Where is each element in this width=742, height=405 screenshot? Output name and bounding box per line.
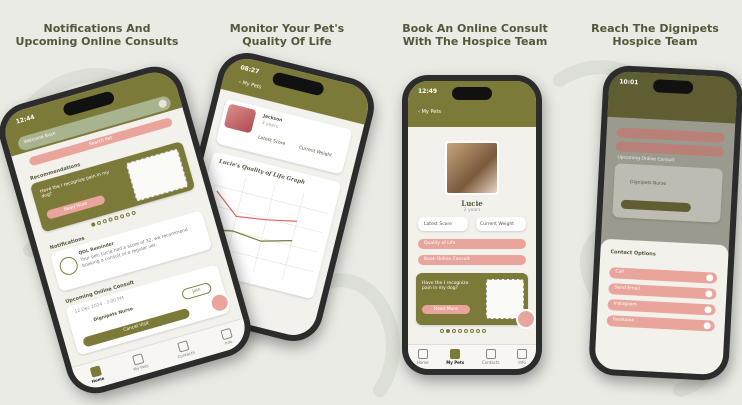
heading-reach: Reach The Dignipets Hospice Team xyxy=(591,22,719,48)
phone4-card-button[interactable] xyxy=(620,199,692,213)
contact-options-sheet: Contact Options Call Send Email Instagra… xyxy=(594,238,729,376)
stat-latest-score: Latest Score xyxy=(418,217,468,231)
join-button[interactable]: Join xyxy=(180,281,213,301)
phone3-pet-name: Lucie xyxy=(461,199,483,208)
option-email[interactable]: Send Email xyxy=(608,283,717,300)
phone3-rec-text: Have the I recognize pain in my dog? xyxy=(422,281,469,291)
phone4-screen: 10:01 Upcoming Online Consult Dignipets … xyxy=(594,70,738,376)
phone3-carousel-dots[interactable] xyxy=(440,329,486,333)
phone3-read-more[interactable]: Read More xyxy=(422,305,470,314)
email-icon xyxy=(705,290,713,298)
phone4-section: Upcoming Online Consult xyxy=(617,155,675,164)
tab-contacts[interactable]: Contacts xyxy=(174,339,195,359)
heading-notifications: Notifications And Upcoming Online Consult… xyxy=(15,22,179,48)
sheet-title: Contact Options xyxy=(610,249,656,258)
tab-my-pets[interactable]: My Pets xyxy=(130,352,149,372)
option-facebook[interactable]: Facebook xyxy=(606,315,715,332)
tab-home[interactable]: Home xyxy=(88,365,105,384)
phone3-chat-fab[interactable] xyxy=(516,309,536,329)
phone3-time: 12:49 xyxy=(418,88,438,95)
vet-name: Dignipets Nurse xyxy=(93,306,134,324)
phone2-stat1: Latest Score xyxy=(257,135,286,148)
phone3-tab-info[interactable]: Info xyxy=(517,349,528,365)
phone3-screen: 12:49 ‹ My Pets Lucie 2 years Latest Sco… xyxy=(408,81,536,369)
call-icon xyxy=(706,274,714,282)
phone3-recommendation-card[interactable]: Have the I recognize pain in my dog? Rea… xyxy=(416,273,528,325)
option-call[interactable]: Call xyxy=(609,267,718,284)
phone3-tab-my-pets[interactable]: My Pets xyxy=(446,349,464,365)
phone2-stat2: Current Weight xyxy=(298,145,333,159)
option-instagram[interactable]: Instagram xyxy=(607,299,716,316)
pet-photo xyxy=(223,103,257,134)
heading-book: Book An Online Consult With The Hospice T… xyxy=(402,22,548,48)
phone-reach-team: 10:01 Upcoming Online Consult Dignipets … xyxy=(587,64,742,382)
pet-photo-lucie xyxy=(445,141,499,195)
phone4-time: 10:01 xyxy=(619,78,639,87)
paw-icon xyxy=(57,254,80,278)
qol-button[interactable]: Quality of Life xyxy=(418,239,526,249)
instagram-icon xyxy=(704,306,712,314)
phone4-pill-2[interactable] xyxy=(615,141,725,157)
facebook-icon xyxy=(703,322,711,330)
phone3-back[interactable]: ‹ My Pets xyxy=(418,109,441,115)
tab-info[interactable]: Info xyxy=(220,327,234,346)
phone3-tabbar: Home My Pets Contacts Info xyxy=(408,344,536,369)
phone3-pet-sub: 2 years xyxy=(463,208,481,213)
dog-illustration xyxy=(125,148,189,202)
book-consult-button[interactable]: Book Online Consult xyxy=(418,255,526,265)
phone3-tab-home[interactable]: Home xyxy=(417,349,429,365)
phone4-vet-name: Dignipets Nurse xyxy=(629,180,667,187)
heading-monitor: Monitor Your Pet's Quality Of Life xyxy=(229,22,345,48)
phone-book-consult: 12:49 ‹ My Pets Lucie 2 years Latest Sco… xyxy=(402,75,542,375)
stat-current-weight: Current Weight xyxy=(476,217,526,231)
read-more-button[interactable]: Read More xyxy=(45,194,106,220)
phone4-consult-card: Dignipets Nurse xyxy=(612,163,723,223)
phone4-pill-1[interactable] xyxy=(616,127,725,143)
avatar[interactable] xyxy=(157,98,168,109)
phone3-tab-contacts[interactable]: Contacts xyxy=(482,349,499,365)
